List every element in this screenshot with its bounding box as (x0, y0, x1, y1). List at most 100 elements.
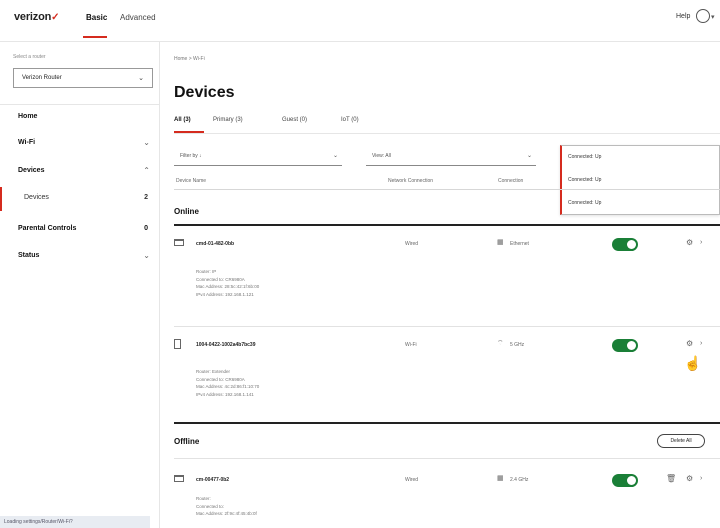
connection-label: 5 GHz (510, 342, 525, 348)
device-details: Router: Extender Connected to: CR6980A M… (196, 368, 259, 398)
chevron-right-icon[interactable]: › (700, 475, 702, 482)
sidebar-item-wifi[interactable]: Wi-Fi ⌄ (0, 132, 160, 156)
device-count-badge: 2 (144, 194, 148, 201)
device-name[interactable]: 1004-0422-1002a4b7bc39 (196, 342, 256, 348)
device-details: Router: Connected to: Mac Address: 2f:9c… (196, 495, 257, 518)
help-link[interactable]: Help (676, 13, 690, 20)
top-bar: verizon✓ Basic Advanced Help ▾ (0, 0, 720, 42)
pointer-cursor-icon: ☝ (684, 355, 702, 371)
connection-label: Ethernet (510, 241, 529, 247)
device-name[interactable]: cmd-01-482-0bb (196, 241, 234, 247)
device-network-type: Wired (405, 241, 419, 247)
column-header-network: Network Connection (388, 178, 434, 184)
toggle-knob (627, 240, 636, 249)
brand-name: verizon (14, 11, 52, 23)
detail-line: Mac Address: 28:5c:42:1f:6b:00 (196, 284, 260, 289)
chevron-down-icon: ⌄ (143, 251, 150, 260)
device-toggle[interactable] (612, 238, 638, 251)
view-dropdown-value: View: All (372, 153, 391, 159)
sidebar-item-status[interactable]: Status ⌄ (0, 245, 160, 269)
sidebar: Select a router Verizon Router ⌄ Home Wi… (0, 42, 160, 528)
tab-iot[interactable]: IoT (0) (341, 117, 359, 123)
detail-line: Mac Address: 4c:2d:86:f1:10:70 (196, 384, 260, 389)
view-dropdown[interactable]: View: All ⌄ (366, 148, 536, 166)
ethernet-icon: ▦ (497, 475, 504, 482)
sidebar-item-label: Devices (18, 167, 45, 174)
tab-all[interactable]: All (3) (174, 117, 191, 123)
sidebar-item-label: Status (18, 252, 40, 259)
filter-dropdown-value: Filter by ↓ (180, 153, 202, 159)
router-select-label: Select a router (13, 54, 46, 60)
chevron-down-icon: ⌄ (138, 75, 144, 82)
chevron-right-icon[interactable]: › (700, 340, 702, 347)
chevron-down-icon: ⌄ (526, 153, 532, 159)
chevron-down-icon: ⌄ (332, 153, 338, 159)
phone-icon (174, 339, 181, 349)
verizon-logo[interactable]: verizon✓ (14, 11, 60, 23)
sidebar-divider (0, 104, 160, 105)
column-header-device-name: Device Name (176, 178, 207, 184)
sidebar-item-label: Parental Controls (18, 225, 77, 232)
row-divider (174, 458, 720, 459)
connection-label: 2.4 GHz (510, 477, 529, 483)
wifi-icon: ⌔ (497, 340, 504, 347)
sort-option[interactable]: Connected: Up (568, 177, 601, 183)
router-select-value: Verizon Router (22, 75, 62, 81)
header-divider (174, 189, 720, 190)
delete-all-button[interactable]: Delete All (657, 434, 705, 448)
sidebar-item-devices[interactable]: Devices ⌃ (0, 160, 160, 184)
device-name[interactable]: cm-00477-0b2 (196, 477, 229, 483)
column-header-connection: Connection (498, 178, 524, 184)
row-divider (174, 326, 720, 327)
section-divider (174, 224, 720, 226)
computer-icon (174, 475, 184, 482)
tab-advanced[interactable]: Advanced (120, 13, 156, 22)
router-select[interactable]: Verizon Router ⌄ (13, 68, 153, 88)
tab-guest[interactable]: Guest (0) (282, 117, 307, 123)
detail-line: Router: IP (196, 269, 217, 274)
sidebar-item-label: Devices (24, 194, 49, 201)
sidebar-item-devices-list[interactable]: Devices 2 (0, 187, 160, 211)
device-toggle[interactable] (612, 474, 638, 487)
detail-line: Router: (196, 496, 211, 501)
parental-count-badge: 0 (144, 225, 148, 232)
computer-icon (174, 239, 184, 246)
chevron-down-icon[interactable]: ▾ (711, 13, 715, 21)
status-bar-url: Loading settings/Router/Wi-Fi? (0, 516, 150, 528)
filter-dropdown[interactable]: Filter by ↓ ⌄ (174, 148, 342, 166)
checkmark-icon: ✓ (51, 12, 60, 23)
tab-basic[interactable]: Basic (86, 13, 107, 22)
detail-line: Connected to: CR6980A (196, 276, 245, 282)
detail-line: Connected to: (196, 503, 225, 509)
toggle-knob (627, 476, 636, 485)
sidebar-item-label: Wi-Fi (18, 139, 36, 146)
sidebar-item-parental-controls[interactable]: Parental Controls 0 (0, 218, 160, 242)
trash-icon[interactable]: 🗑 (666, 474, 676, 483)
sort-dropdown-value[interactable]: Connected: Up (568, 154, 601, 160)
settings-icon[interactable]: ⚙ (686, 339, 693, 348)
settings-icon[interactable]: ⚙ (686, 238, 693, 247)
sort-dropdown-menu[interactable]: Connected: Up Connected: Up Connected: U… (560, 145, 720, 215)
device-network-type: Wi-Fi (405, 342, 417, 348)
tab-primary[interactable]: Primary (3) (213, 117, 243, 123)
user-icon[interactable] (696, 9, 710, 23)
device-details: Router: IP Connected to: CR6980A Mac Add… (196, 268, 259, 298)
toggle-knob (627, 341, 636, 350)
sidebar-item-home[interactable]: Home (0, 106, 160, 130)
active-tab-indicator (83, 36, 107, 38)
detail-line: IPv4 Address: 192.168.1.121 (196, 291, 254, 297)
breadcrumb[interactable]: Home > Wi-Fi (174, 56, 205, 62)
sort-option[interactable]: Connected: Up (568, 200, 601, 206)
section-divider (174, 422, 720, 424)
detail-line: Mac Address: 2f:9c:4f:45:4b:0f (196, 511, 257, 516)
ethernet-icon: ▦ (497, 239, 504, 246)
tab-divider (174, 133, 720, 134)
device-toggle[interactable] (612, 339, 638, 352)
device-network-type: Wired (405, 477, 419, 483)
detail-line: IPv4 Address: 192.168.1.141 (196, 391, 254, 397)
settings-icon[interactable]: ⚙ (686, 474, 693, 483)
detail-line: Connected to: CR6980A (196, 376, 245, 382)
sidebar-item-label: Home (18, 113, 38, 120)
online-section-title: Online (174, 207, 199, 216)
chevron-right-icon[interactable]: › (700, 239, 702, 246)
